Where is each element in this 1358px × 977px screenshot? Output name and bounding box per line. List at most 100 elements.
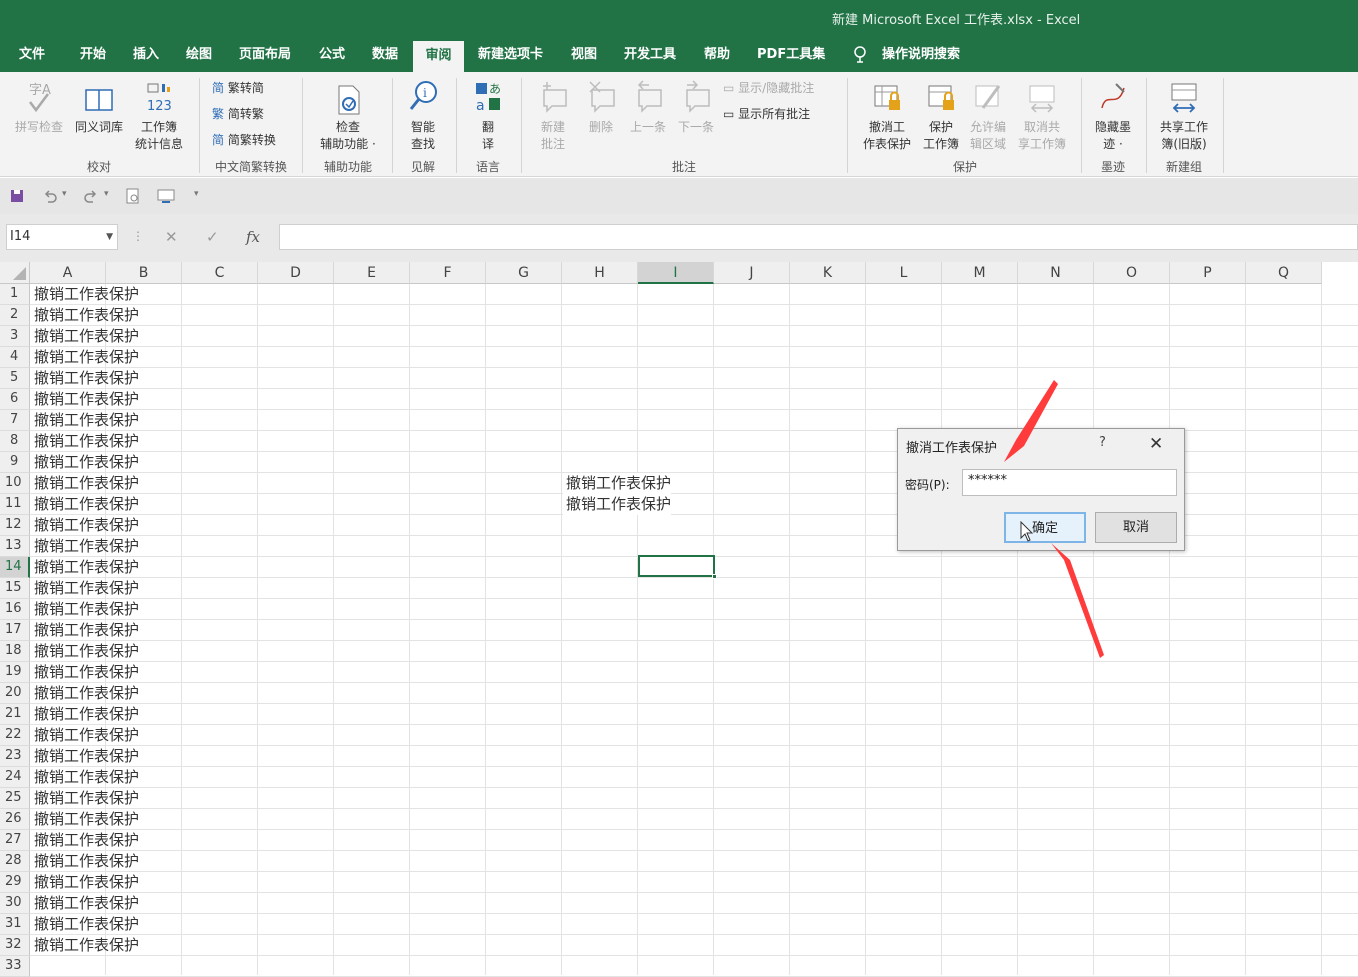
tell-me-search[interactable]: 操作说明搜索 <box>882 36 960 72</box>
undo-dropdown-icon[interactable]: ▾ <box>62 189 67 207</box>
row-header-19[interactable]: 19 <box>0 662 30 683</box>
row-header-1[interactable]: 1 <box>0 284 30 305</box>
column-header-l[interactable]: L <box>866 262 942 284</box>
row-header-11[interactable]: 11 <box>0 494 30 515</box>
column-header-e[interactable]: E <box>334 262 410 284</box>
row-header-6[interactable]: 6 <box>0 389 30 410</box>
row-header-27[interactable]: 27 <box>0 830 30 851</box>
cell-h11[interactable]: 撤销工作表保护 <box>563 494 672 515</box>
row-header-5[interactable]: 5 <box>0 368 30 389</box>
row-header-23[interactable]: 23 <box>0 746 30 767</box>
help-button[interactable]: ? <box>1099 435 1106 450</box>
cell-a27[interactable]: 撤销工作表保护 <box>31 830 139 851</box>
tab-data[interactable]: 数据 <box>372 36 398 72</box>
show-all-comments-button[interactable]: ▭ 显示所有批注 <box>723 106 810 122</box>
thesaurus-button[interactable]: 同义词库 <box>70 80 128 136</box>
column-header-j[interactable]: J <box>714 262 790 284</box>
cell-a16[interactable]: 撤销工作表保护 <box>31 599 139 620</box>
cell-a25[interactable]: 撤销工作表保护 <box>31 788 139 809</box>
row-header-25[interactable]: 25 <box>0 788 30 809</box>
tab-developer[interactable]: 开发工具 <box>624 36 676 72</box>
column-header-n[interactable]: N <box>1018 262 1094 284</box>
column-header-b[interactable]: B <box>106 262 182 284</box>
password-input[interactable]: ****** <box>962 469 1177 496</box>
cell-a24[interactable]: 撤销工作表保护 <box>31 767 139 788</box>
share-workbook-legacy-button[interactable]: 共享工作 簿(旧版) <box>1152 80 1216 153</box>
unprotect-sheet-button[interactable]: 撤消工 作表保护 <box>858 80 916 153</box>
select-all-button[interactable] <box>0 262 30 284</box>
protect-workbook-button[interactable]: 保护 工作簿 <box>917 80 965 153</box>
confirm-entry-button[interactable]: ✓ <box>206 228 219 246</box>
row-header-17[interactable]: 17 <box>0 620 30 641</box>
row-header-20[interactable]: 20 <box>0 683 30 704</box>
tab-file[interactable]: 文件 <box>19 36 45 72</box>
cell-a17[interactable]: 撤销工作表保护 <box>31 620 139 641</box>
cell-a30[interactable]: 撤销工作表保护 <box>31 893 139 914</box>
row-header-13[interactable]: 13 <box>0 536 30 557</box>
tab-help[interactable]: 帮助 <box>704 36 730 72</box>
column-header-f[interactable]: F <box>410 262 486 284</box>
delete-comment-button[interactable]: 删除 <box>580 80 622 136</box>
simp-to-trad-button[interactable]: 繁 简转繁 <box>212 106 264 122</box>
next-comment-button[interactable]: 下一条 <box>674 80 718 136</box>
cancel-button[interactable]: 取消 <box>1095 512 1177 543</box>
row-header-15[interactable]: 15 <box>0 578 30 599</box>
insert-function-button[interactable]: fx <box>246 228 260 246</box>
column-header-q[interactable]: Q <box>1246 262 1322 284</box>
column-header-i[interactable]: I <box>638 262 714 284</box>
row-header-12[interactable]: 12 <box>0 515 30 536</box>
column-header-p[interactable]: P <box>1170 262 1246 284</box>
print-preview-icon[interactable] <box>125 187 141 205</box>
name-box-dropdown-icon[interactable]: ▼ <box>106 225 113 249</box>
workbook-stats-button[interactable]: 123 工作簿 统计信息 <box>130 80 188 153</box>
translate-button[interactable]: あ a 翻 译 <box>466 80 510 153</box>
cell-a14[interactable]: 撤销工作表保护 <box>31 557 139 578</box>
row-header-33[interactable]: 33 <box>0 956 30 977</box>
row-header-22[interactable]: 22 <box>0 725 30 746</box>
tab-draw[interactable]: 绘图 <box>186 36 212 72</box>
redo-dropdown-icon[interactable]: ▾ <box>104 189 109 207</box>
row-header-10[interactable]: 10 <box>0 473 30 494</box>
tab-insert[interactable]: 插入 <box>133 36 159 72</box>
spreadsheet-grid[interactable]: ABCDEFGHIJKLMNOPQ 1 2 3 4 5 6 7 8 9 10 11 12 13 14 15 1… <box>0 262 1358 977</box>
row-header-14[interactable]: 14 <box>0 557 30 578</box>
column-header-k[interactable]: K <box>790 262 866 284</box>
screen-icon[interactable] <box>157 187 175 205</box>
row-header-18[interactable]: 18 <box>0 641 30 662</box>
cell-a31[interactable]: 撤销工作表保护 <box>31 914 139 935</box>
ok-button[interactable]: 确定 <box>1004 512 1086 543</box>
tab-page-layout[interactable]: 页面布局 <box>239 36 291 72</box>
column-header-h[interactable]: H <box>562 262 638 284</box>
cell-a3[interactable]: 撤销工作表保护 <box>31 326 139 347</box>
selected-cell-i14[interactable] <box>638 555 717 579</box>
cell-a23[interactable]: 撤销工作表保护 <box>31 746 139 767</box>
tab-view[interactable]: 视图 <box>571 36 597 72</box>
customize-icon[interactable]: ▾ <box>194 189 199 207</box>
column-header-m[interactable]: M <box>942 262 1018 284</box>
save-icon[interactable] <box>10 187 24 205</box>
cell-a9[interactable]: 撤销工作表保护 <box>31 452 139 473</box>
cell-a5[interactable]: 撤销工作表保护 <box>31 368 139 389</box>
row-header-32[interactable]: 32 <box>0 935 30 956</box>
cell-a12[interactable]: 撤销工作表保护 <box>31 515 139 536</box>
cell-a32[interactable]: 撤销工作表保护 <box>31 935 139 956</box>
tab-pdf-tools[interactable]: PDF工具集 <box>757 36 825 72</box>
name-box[interactable]: I14 ▼ <box>6 224 118 250</box>
cell-a18[interactable]: 撤销工作表保护 <box>31 641 139 662</box>
redo-icon[interactable] <box>83 187 99 205</box>
cell-a22[interactable]: 撤销工作表保护 <box>31 725 139 746</box>
unshare-workbook-button[interactable]: 取消共 享工作簿 <box>1012 80 1072 153</box>
tab-new-tab[interactable]: 新建选项卡 <box>478 36 543 72</box>
tab-formulas[interactable]: 公式 <box>319 36 345 72</box>
column-header-a[interactable]: A <box>30 262 106 284</box>
row-header-3[interactable]: 3 <box>0 326 30 347</box>
cell-a1[interactable]: 撤销工作表保护 <box>31 284 139 305</box>
column-header-c[interactable]: C <box>182 262 258 284</box>
row-header-4[interactable]: 4 <box>0 347 30 368</box>
row-header-16[interactable]: 16 <box>0 599 30 620</box>
cell-a21[interactable]: 撤销工作表保护 <box>31 704 139 725</box>
row-header-28[interactable]: 28 <box>0 851 30 872</box>
cell-a13[interactable]: 撤销工作表保护 <box>31 536 139 557</box>
spell-check-button[interactable]: 字A 拼写检查 <box>10 80 68 136</box>
cancel-entry-button[interactable]: ✕ <box>165 228 178 246</box>
